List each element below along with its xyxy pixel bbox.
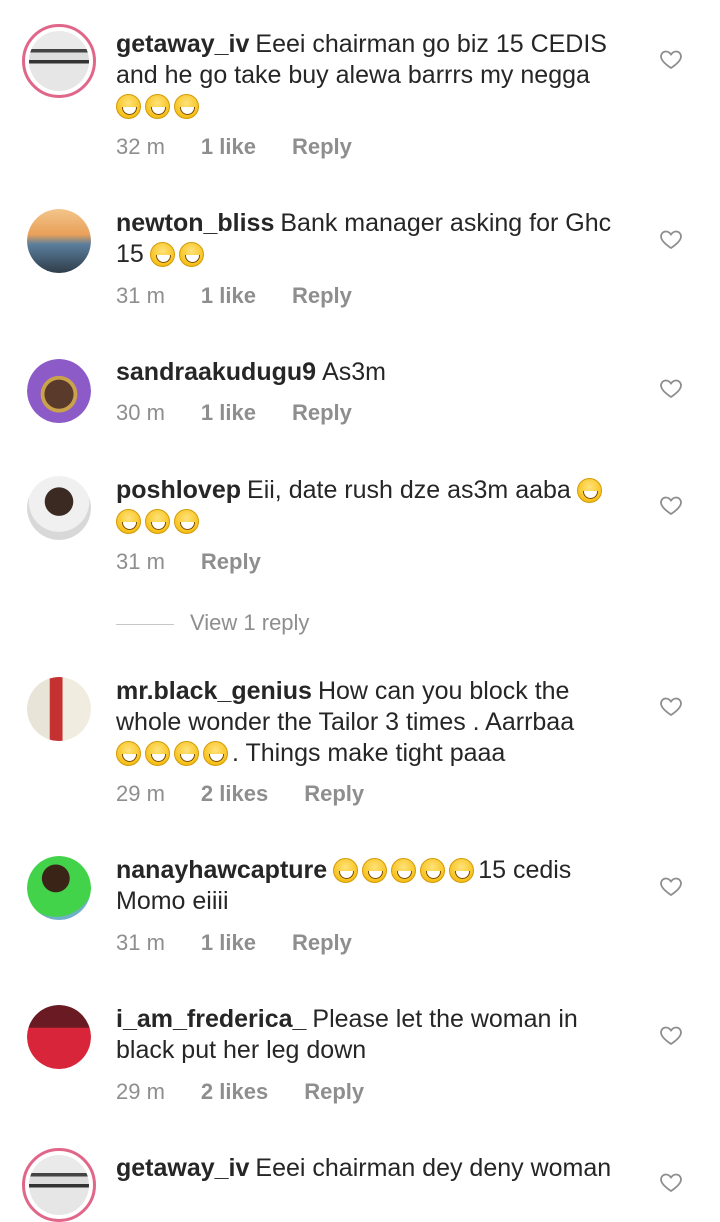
avatar[interactable] xyxy=(27,476,91,540)
comment-meta: 32 m 1 like Reply xyxy=(116,134,388,160)
comment-time: 32 m xyxy=(116,134,165,159)
comment-text: i_am_frederica_ Please let the woman in b… xyxy=(116,1004,636,1066)
comment-time: 31 m xyxy=(116,930,165,955)
laughing-emoji-icon xyxy=(576,478,602,503)
comment-body-tail: . Things make tight paaa xyxy=(232,739,506,767)
comment-meta: 31 m Reply xyxy=(116,549,297,575)
comment-text: nanayhawcapture 15 cedis Momo eiiii xyxy=(116,855,636,917)
likes-count[interactable]: 1 like xyxy=(201,283,256,308)
comment-meta: 30 m 1 like Reply xyxy=(116,400,388,426)
likes-count[interactable]: 2 likes xyxy=(201,1079,268,1104)
comment-username[interactable]: getaway_iv xyxy=(116,30,249,58)
reply-button[interactable]: Reply xyxy=(201,549,261,574)
comment-time: 29 m xyxy=(116,781,165,806)
comment-text: poshlovep Eii, date rush dze as3m aaba xyxy=(116,475,636,537)
laughing-emoji-icon xyxy=(420,858,446,883)
comment-time: 30 m xyxy=(116,400,165,425)
likes-count[interactable]: 1 like xyxy=(201,930,256,955)
avatar[interactable] xyxy=(27,856,91,920)
laughing-emoji-icon xyxy=(116,509,141,534)
comment-meta: 29 m 2 likes Reply xyxy=(116,1079,400,1105)
laughing-emoji-icon xyxy=(362,858,388,883)
reply-button[interactable]: Reply xyxy=(292,283,352,308)
comment-username[interactable]: newton_bliss xyxy=(116,209,274,237)
heart-outline-icon[interactable] xyxy=(659,874,683,898)
heart-outline-icon[interactable] xyxy=(659,376,683,400)
avatar-story-ring[interactable] xyxy=(22,1148,96,1222)
laughing-emoji-icon xyxy=(145,94,170,119)
comment-username[interactable]: nanayhawcapture xyxy=(116,856,327,884)
likes-count[interactable]: 2 likes xyxy=(201,781,268,806)
laughing-emoji-icon xyxy=(116,94,141,119)
avatar-story-ring[interactable] xyxy=(22,24,96,98)
comment-body: As3m xyxy=(322,358,386,386)
laughing-emoji-icon xyxy=(174,94,199,119)
laughing-emoji-icon xyxy=(391,858,417,883)
reply-button[interactable]: Reply xyxy=(292,134,352,159)
laughing-emoji-icon xyxy=(203,741,228,766)
comment-username[interactable]: sandraakudugu9 xyxy=(116,358,316,386)
comment-text: mr.black_genius How can you block the who… xyxy=(116,676,636,769)
heart-outline-icon[interactable] xyxy=(659,1023,683,1047)
avatar[interactable] xyxy=(27,359,91,423)
view-replies-label[interactable]: View 1 reply xyxy=(190,610,309,635)
comment-text: newton_bliss Bank manager asking for Ghc … xyxy=(116,208,636,270)
comment-meta: 31 m 1 like Reply xyxy=(116,283,388,309)
comment-text: getaway_iv Eeei chairman dey deny woman xyxy=(116,1153,636,1184)
comment-time: 29 m xyxy=(116,1079,165,1104)
comment-text: getaway_iv Eeei chairman go biz 15 CEDIS … xyxy=(116,29,636,122)
reply-button[interactable]: Reply xyxy=(292,930,352,955)
comment-time: 31 m xyxy=(116,283,165,308)
avatar[interactable] xyxy=(27,677,91,741)
heart-outline-icon[interactable] xyxy=(659,493,683,517)
reply-button[interactable]: Reply xyxy=(292,400,352,425)
reply-button[interactable]: Reply xyxy=(304,781,364,806)
reply-button[interactable]: Reply xyxy=(304,1079,364,1104)
view-replies-link[interactable]: View 1 reply xyxy=(116,610,309,636)
comment-time: 31 m xyxy=(116,549,165,574)
comment-username[interactable]: poshlovep xyxy=(116,476,241,504)
heart-outline-icon[interactable] xyxy=(659,47,683,71)
comment-username[interactable]: i_am_frederica_ xyxy=(116,1005,306,1033)
comment-body: Eeei chairman dey deny woman xyxy=(255,1154,612,1182)
likes-count[interactable]: 1 like xyxy=(201,134,256,159)
heart-outline-icon[interactable] xyxy=(659,227,683,251)
laughing-emoji-icon xyxy=(145,509,170,534)
laughing-emoji-icon xyxy=(333,858,359,883)
laughing-emoji-icon xyxy=(145,741,170,766)
likes-count[interactable]: 1 like xyxy=(201,400,256,425)
laughing-emoji-icon xyxy=(449,858,475,883)
comment-meta: 31 m 1 like Reply xyxy=(116,930,388,956)
comment-body: Eii, date rush dze as3m aaba xyxy=(247,476,571,504)
laughing-emoji-icon xyxy=(149,242,175,267)
laughing-emoji-icon xyxy=(178,242,204,267)
comment-username[interactable]: getaway_iv xyxy=(116,1154,249,1182)
divider-line xyxy=(116,623,174,625)
laughing-emoji-icon xyxy=(174,741,199,766)
comment-username[interactable]: mr.black_genius xyxy=(116,677,312,705)
laughing-emoji-icon xyxy=(174,509,199,534)
avatar[interactable] xyxy=(27,1005,91,1069)
heart-outline-icon[interactable] xyxy=(659,694,683,718)
heart-outline-icon[interactable] xyxy=(659,1170,683,1194)
laughing-emoji-icon xyxy=(116,741,141,766)
comment-text: sandraakudugu9 As3m xyxy=(116,357,636,388)
comment-meta: 29 m 2 likes Reply xyxy=(116,781,400,807)
avatar[interactable] xyxy=(27,209,91,273)
